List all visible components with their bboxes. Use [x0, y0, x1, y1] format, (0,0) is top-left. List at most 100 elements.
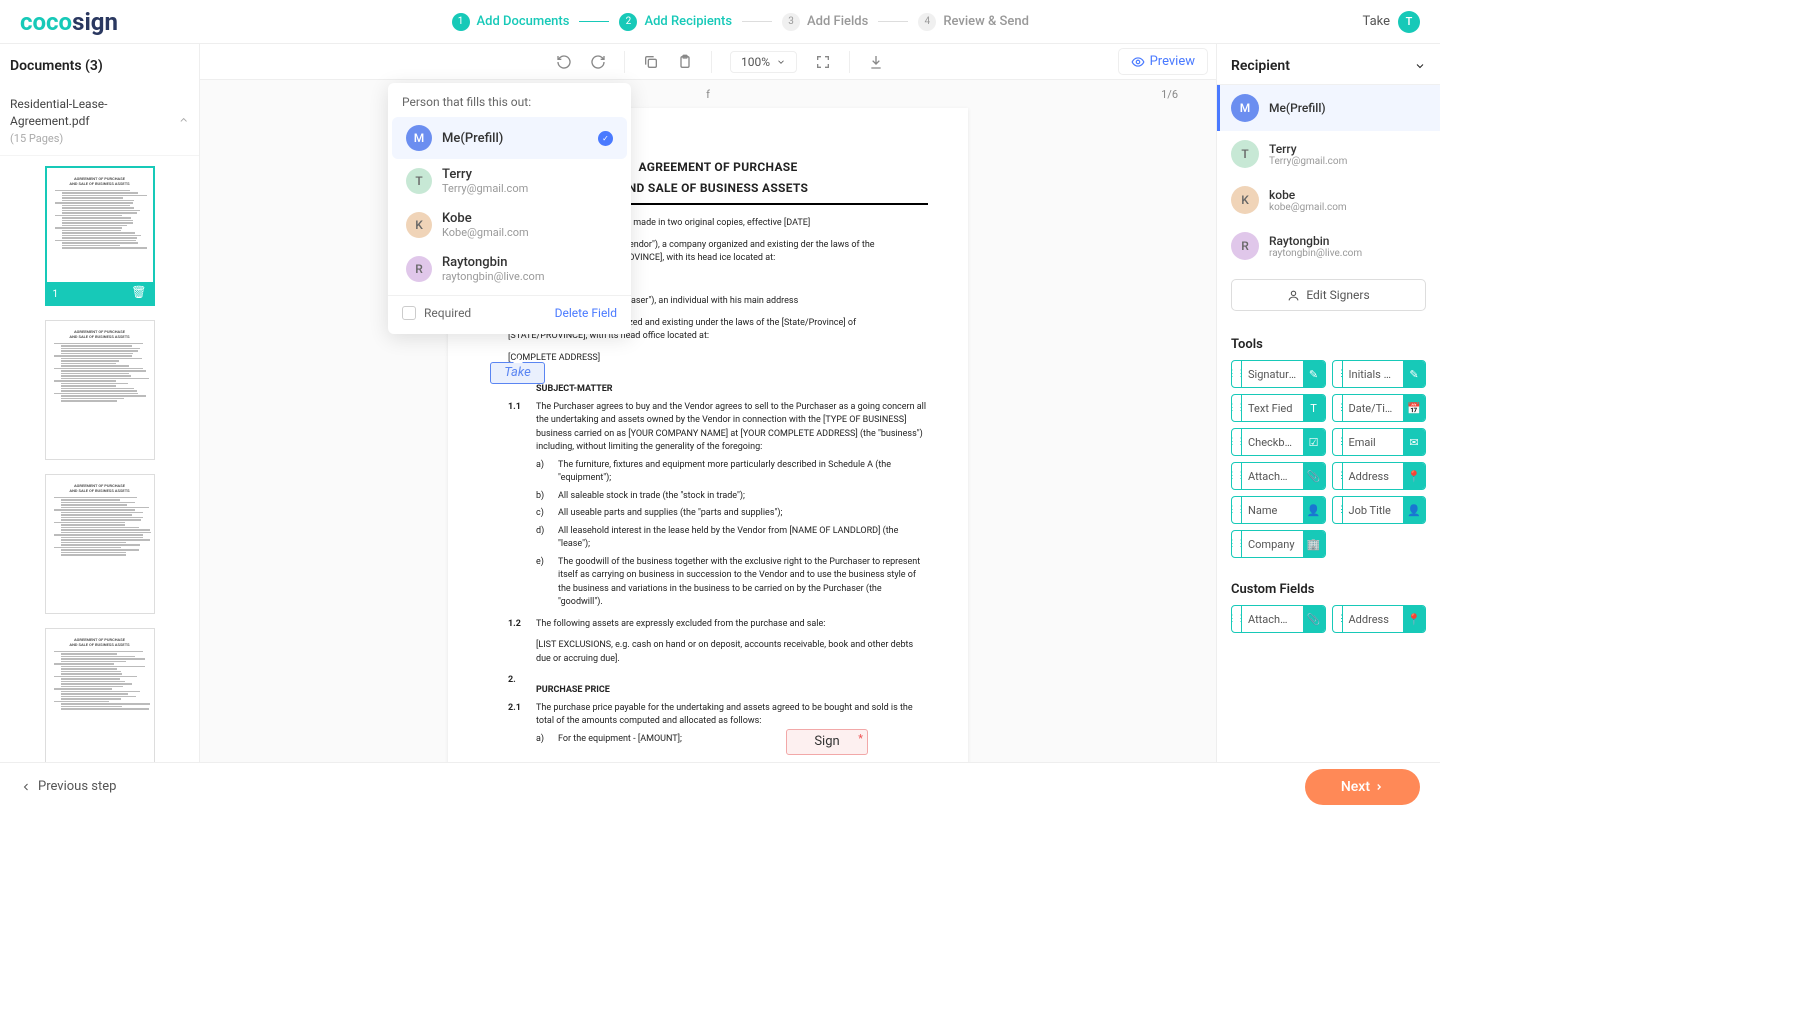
tool-icon: ✎ [1403, 361, 1425, 387]
person-name: Raytongbin [442, 255, 544, 270]
recipient-panel: Recipient MMe(Prefill)TTerryTerry@gmail.… [1216, 44, 1440, 762]
tool-address[interactable]: ⋮⋮Address📍 [1332, 605, 1427, 633]
logo-coco: coco [20, 8, 72, 36]
delete-field-link[interactable]: Delete Field [555, 306, 617, 320]
tool-text-fied[interactable]: ⋮⋮Text FiedT [1231, 394, 1326, 422]
tool-icon: 📍 [1403, 463, 1425, 489]
drag-handle-icon: ⋮⋮ [1232, 531, 1242, 557]
recipient-item[interactable]: MMe(Prefill) [1217, 85, 1440, 131]
tool-company[interactable]: ⋮⋮Company🏢 [1231, 530, 1326, 558]
logo[interactable]: cocosign [20, 8, 118, 36]
chevron-down-icon [1414, 60, 1426, 72]
person-option[interactable]: KKobeKobe@gmail.com [392, 203, 627, 247]
next-button[interactable]: Next [1305, 769, 1420, 805]
person-name: Terry [442, 167, 528, 182]
user-badge[interactable]: Take T [1363, 11, 1420, 33]
step-num-icon: 1 [452, 13, 470, 31]
step-label: Add Fields [807, 14, 868, 29]
step-4[interactable]: 4Review & Send [918, 13, 1029, 31]
step-3[interactable]: 3 Add Fields [782, 13, 868, 31]
drag-handle-icon: ⋮⋮ [1232, 606, 1242, 632]
chevron-up-icon [178, 114, 189, 126]
drag-handle-icon: ⋮⋮ [1232, 361, 1242, 387]
required-checkbox[interactable]: Required [402, 306, 471, 320]
page-thumbnail[interactable]: AGREEMENT OF PURCHASEAND SALE OF BUSINES… [45, 320, 155, 460]
page-thumbnail[interactable]: AGREEMENT OF PURCHASEAND SALE OF BUSINES… [45, 628, 155, 762]
person-email: Terry@gmail.com [442, 182, 528, 195]
document-item[interactable]: Residential-Lease-Agreement.pdf(15 Pages… [0, 86, 199, 156]
avatar: M [406, 125, 432, 151]
previous-step-button[interactable]: Previous step [20, 779, 116, 794]
tool-initials-field[interactable]: ⋮⋮Initials Field✎ [1332, 360, 1427, 388]
download-icon[interactable] [868, 54, 884, 70]
drag-handle-icon: ⋮⋮ [1333, 606, 1343, 632]
recipient-item[interactable]: RRaytongbinraytongbin@live.com [1217, 223, 1440, 269]
undo-icon[interactable] [556, 54, 572, 70]
tool-address[interactable]: ⋮⋮Address📍 [1332, 462, 1427, 490]
tool-label: Address [1343, 470, 1404, 483]
tool-email[interactable]: ⋮⋮Email✉ [1332, 428, 1427, 456]
step-1[interactable]: 1Add Documents [452, 13, 570, 31]
page-thumbnail[interactable]: AGREEMENT OF PURCHASEAND SALE OF BUSINES… [45, 474, 155, 614]
tool-label: Address [1343, 613, 1404, 626]
person-option[interactable]: RRaytongbinraytongbin@live.com [392, 247, 627, 291]
tool-signature-[interactable]: ⋮⋮Signature..✎ [1231, 360, 1326, 388]
user-avatar: T [1398, 11, 1420, 33]
tool-label: Name [1242, 504, 1303, 517]
tool-icon: 📍 [1403, 606, 1425, 632]
tool-name[interactable]: ⋮⋮Name👤 [1231, 496, 1326, 524]
document-name: Residential-Lease-Agreement.pdf [10, 96, 178, 130]
person-name: Me(Prefill) [442, 131, 503, 146]
checkbox-icon [402, 306, 416, 320]
drag-handle-icon: ⋮⋮ [1232, 429, 1242, 455]
tools-title: Tools [1217, 325, 1440, 360]
tool-icon: T [1303, 395, 1325, 421]
page-thumbnail[interactable]: AGREEMENT OF PURCHASEAND SALE OF BUSINES… [45, 166, 155, 306]
copy-icon[interactable] [643, 54, 659, 70]
step-label: Add Recipients [644, 14, 732, 29]
tool-icon: ✉ [1403, 429, 1425, 455]
doc-header: f 1/6 [200, 80, 1216, 108]
recipient-email: raytongbin@live.com [1269, 248, 1362, 259]
tool-icon: ☑ [1303, 429, 1325, 455]
step-num-icon: 3 [782, 13, 800, 31]
redo-icon[interactable] [590, 54, 606, 70]
recipient-item[interactable]: TTerryTerry@gmail.com [1217, 131, 1440, 177]
drag-handle-icon: ⋮⋮ [1333, 497, 1343, 523]
tool-label: Job Title [1343, 504, 1404, 517]
preview-button[interactable]: Preview [1118, 48, 1208, 75]
tool-date-time-[interactable]: ⋮⋮Date/Time...📅 [1332, 394, 1427, 422]
take-field[interactable]: Take [490, 362, 545, 384]
chevron-down-icon [776, 57, 786, 67]
person-option[interactable]: TTerryTerry@gmail.com [392, 159, 627, 203]
zoom-value: 100% [741, 55, 770, 69]
tool-icon: 🏢 [1303, 531, 1325, 557]
sign-field[interactable]: Sign* [786, 729, 868, 755]
recipient-name: kobe [1269, 188, 1347, 202]
paste-icon[interactable] [677, 54, 693, 70]
person-name: Kobe [442, 211, 529, 226]
tool-job-title[interactable]: ⋮⋮Job Title👤 [1332, 496, 1427, 524]
tool-attachment[interactable]: ⋮⋮Attachment📎 [1231, 605, 1326, 633]
preview-label: Preview [1150, 54, 1195, 69]
progress-steps: 1Add Documents 2Add Recipients 3 Add Fields… [118, 13, 1363, 31]
person-email: raytongbin@live.com [442, 270, 544, 283]
logo-sign: sign [72, 8, 118, 36]
step-2[interactable]: 2Add Recipients [619, 13, 732, 31]
zoom-select[interactable]: 100% [730, 51, 797, 73]
trash-icon[interactable]: 🗑 [131, 285, 146, 301]
tool-label: Initials Field [1343, 368, 1404, 381]
recipient-title[interactable]: Recipient [1217, 44, 1440, 85]
edit-signers-button[interactable]: Edit Signers [1231, 279, 1426, 311]
tool-icon: 📎 [1303, 606, 1325, 632]
chevron-right-icon [1374, 782, 1384, 792]
person-option[interactable]: MMe(Prefill)✓ [392, 117, 627, 159]
eye-icon [1131, 55, 1145, 69]
chevron-left-icon [20, 781, 32, 793]
tool-attachment[interactable]: ⋮⋮Attachment📎 [1231, 462, 1326, 490]
recipient-item[interactable]: Kkobekobe@gmail.com [1217, 177, 1440, 223]
tool-checkbox-[interactable]: ⋮⋮Checkbox ...☑ [1231, 428, 1326, 456]
tool-icon: 👤 [1403, 497, 1425, 523]
fullscreen-icon[interactable] [815, 54, 831, 70]
person-email: Kobe@gmail.com [442, 226, 529, 239]
